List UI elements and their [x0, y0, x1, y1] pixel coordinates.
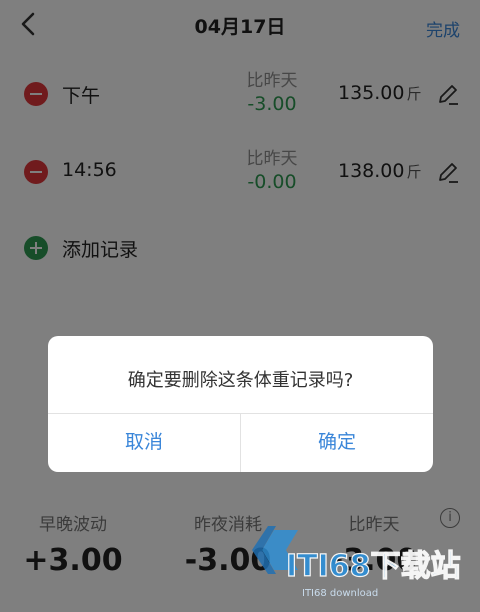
confirm-delete-dialog: 确定要删除这条体重记录吗? 取消 确定 [48, 336, 433, 472]
confirm-button[interactable]: 确定 [241, 413, 433, 472]
site-watermark-logo: ITI68下载站 ITI68 download [252, 526, 461, 599]
cancel-button[interactable]: 取消 [48, 413, 240, 472]
dialog-message: 确定要删除这条体重记录吗? [127, 370, 354, 391]
svg-text:ITI68下载站: ITI68下载站 [286, 549, 461, 584]
svg-text:ITI68 download: ITI68 download [302, 588, 378, 599]
